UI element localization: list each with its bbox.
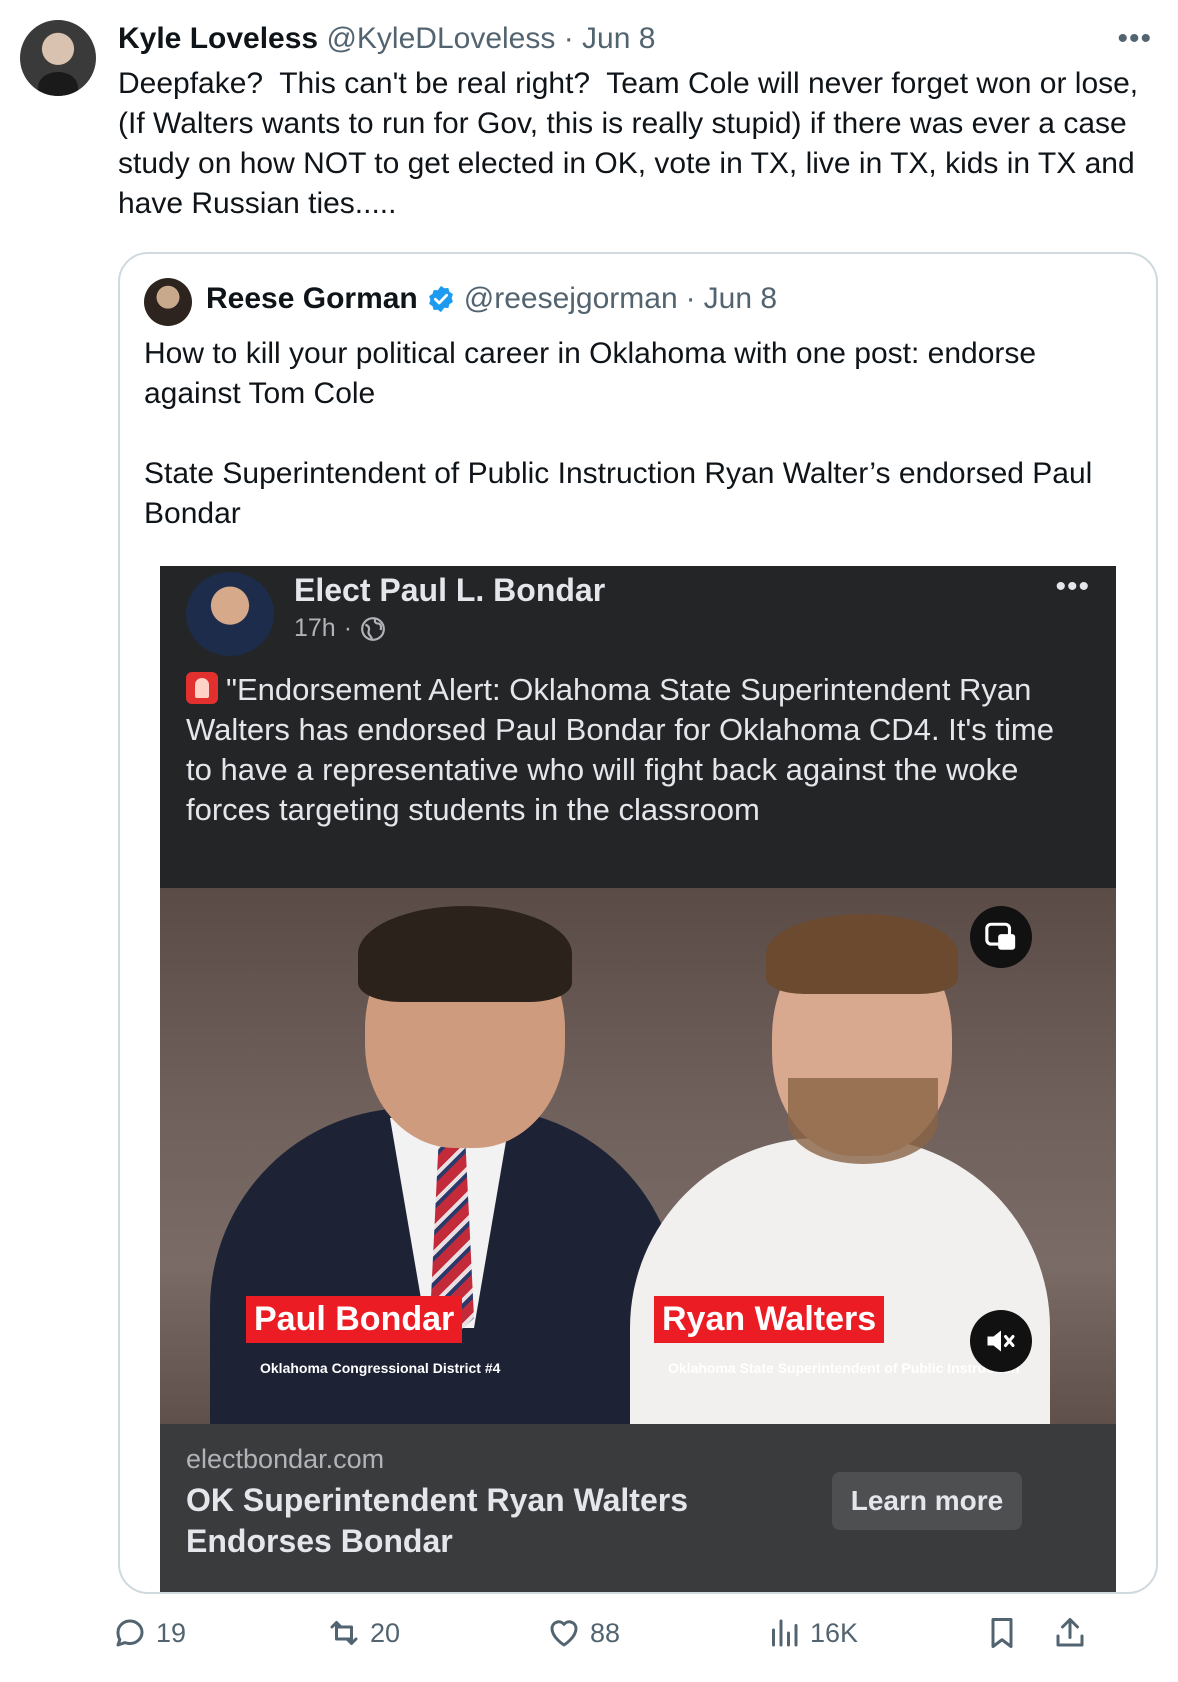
man-right-beard — [788, 1078, 938, 1164]
speaker-muted-icon — [987, 1330, 1015, 1352]
repost-icon — [330, 1621, 358, 1645]
fb-time-dot: · — [343, 614, 353, 642]
fb-post-text-content: "Endorsement Alert: Oklahoma State Super… — [186, 672, 1054, 827]
tweet-author-handle[interactable]: @KyleDLoveless — [326, 22, 555, 55]
quoted-tweet[interactable]: Reese Gorman @reesejgorman · Jun 8 How t… — [118, 252, 1158, 1594]
like-button[interactable]: 88 — [546, 1615, 620, 1651]
link-domain: electbondar.com — [186, 1444, 385, 1474]
tweet-header: Kyle Loveless @KyleDLoveless · Jun 8 — [118, 22, 655, 56]
views-count: 16K — [810, 1617, 859, 1648]
share-icon — [1056, 1618, 1084, 1647]
fb-post-text: "Endorsement Alert: Oklahoma State Super… — [186, 670, 1086, 830]
right-name-label: Ryan Walters — [654, 1296, 885, 1343]
fb-page-name: Elect Paul L. Bondar — [294, 572, 606, 608]
views-chart-icon — [772, 1619, 798, 1647]
views-button[interactable]: 16K — [766, 1615, 858, 1651]
tweet-actions: 19 20 88 16K — [112, 1615, 1162, 1659]
picture-in-picture-button[interactable] — [970, 906, 1032, 968]
quote-avatar[interactable] — [144, 278, 192, 326]
mute-button[interactable] — [970, 1310, 1032, 1372]
siren-emoji-icon — [186, 672, 218, 704]
man-right-body — [630, 1138, 1050, 1424]
quote-separator: · — [685, 282, 696, 315]
repost-count: 20 — [370, 1617, 401, 1648]
quote-text: How to kill your political career in Okl… — [144, 337, 1093, 530]
picture-in-picture-icon — [985, 922, 1016, 950]
endorsement-video[interactable]: Paul Bondar Oklahoma Congressional Distr… — [160, 888, 1116, 1424]
more-options-icon[interactable]: ••• — [1117, 22, 1152, 56]
left-sub-label: Oklahoma Congressional District #4 — [260, 1360, 501, 1376]
man-left-hair — [358, 906, 572, 1002]
tweet-author-name[interactable]: Kyle Loveless — [118, 22, 318, 55]
quote-author-handle[interactable]: @reesejgorman — [464, 282, 678, 316]
tweet-separator: · — [563, 22, 574, 55]
right-sub-label: Oklahoma State Superintendent of Public … — [668, 1360, 1020, 1376]
fb-page-avatar — [186, 572, 274, 656]
facebook-post-screenshot[interactable]: Elect Paul L. Bondar 17h · ••• "Endorsem… — [160, 566, 1116, 1592]
quote-header: Reese Gorman @reesejgorman · Jun 8 — [206, 282, 777, 316]
fb-more-icon: ••• — [1055, 570, 1090, 603]
share-button[interactable] — [1052, 1615, 1088, 1651]
link-title: OK Superintendent Ryan Walters Endorses … — [186, 1482, 688, 1559]
like-count: 88 — [590, 1617, 621, 1648]
fb-link-preview[interactable]: electbondar.com OK Superintendent Ryan W… — [160, 1424, 1116, 1592]
man-right-hair — [766, 914, 958, 994]
tweet-date[interactable]: Jun 8 — [582, 22, 655, 55]
quote-date[interactable]: Jun 8 — [704, 282, 777, 316]
repost-button[interactable]: 20 — [326, 1615, 400, 1651]
fb-post-top: Elect Paul L. Bondar 17h · ••• "Endorsem… — [160, 566, 1116, 888]
tweet-text: Deepfake? This can't be real right? Team… — [118, 67, 1147, 220]
reply-icon — [116, 1619, 144, 1647]
globe-icon — [361, 616, 385, 641]
bookmark-icon — [991, 1618, 1013, 1648]
tweet-avatar[interactable] — [20, 20, 96, 96]
reply-count: 19 — [156, 1617, 187, 1648]
bookmark-button[interactable] — [984, 1615, 1020, 1651]
fb-post-time: 17h · — [294, 614, 386, 643]
heart-icon — [550, 1620, 578, 1647]
learn-more-button[interactable]: Learn more — [832, 1472, 1022, 1530]
quote-author-name[interactable]: Reese Gorman — [206, 282, 418, 316]
verified-badge-icon — [428, 285, 453, 313]
reply-button[interactable]: 19 — [112, 1615, 186, 1651]
left-name-label: Paul Bondar — [246, 1296, 463, 1343]
fb-time-text: 17h — [294, 614, 336, 642]
